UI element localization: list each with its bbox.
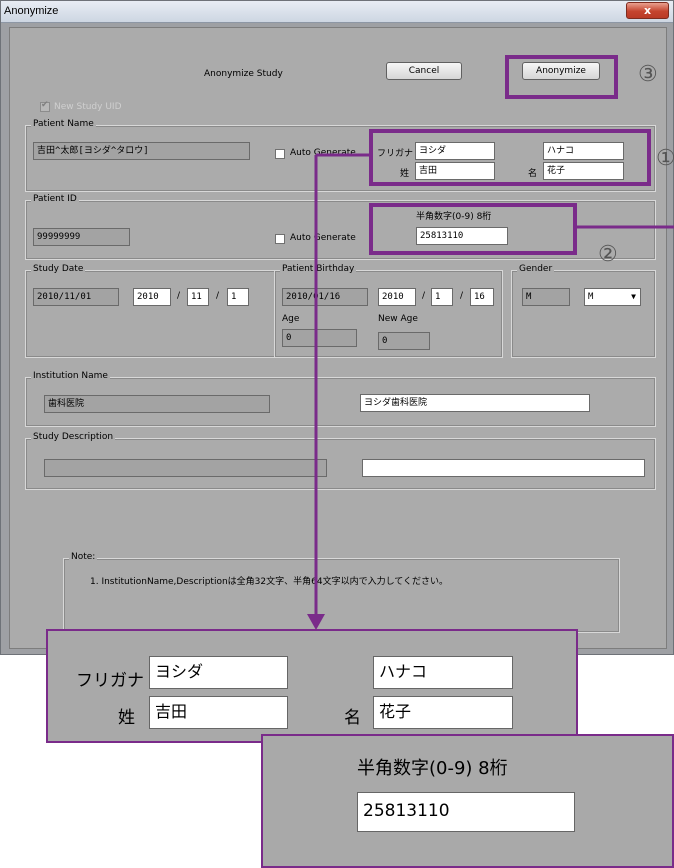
zoom-first-label: 名 — [344, 708, 361, 728]
zoom-first-value: 花子 — [373, 696, 513, 729]
zoom-id-value: 25813110 — [357, 792, 575, 832]
zoom-panel-name: フリガナ ヨシダ ハナコ 姓 吉田 名 花子 — [46, 629, 578, 743]
zoom-furigana-first: ハナコ — [373, 656, 513, 689]
zoom-furigana-last: ヨシダ — [149, 656, 288, 689]
zoom-last-label: 姓 — [118, 708, 135, 728]
zoom-last-value: 吉田 — [149, 696, 288, 729]
zoom-panel-id: 半角数字(0-9) 8桁 25813110 — [261, 734, 674, 868]
zoom-id-rule-label: 半角数字(0-9) 8桁 — [357, 758, 508, 779]
connector-arrow-head-icon — [307, 614, 325, 630]
zoom-furigana-label: フリガナ — [76, 671, 144, 691]
